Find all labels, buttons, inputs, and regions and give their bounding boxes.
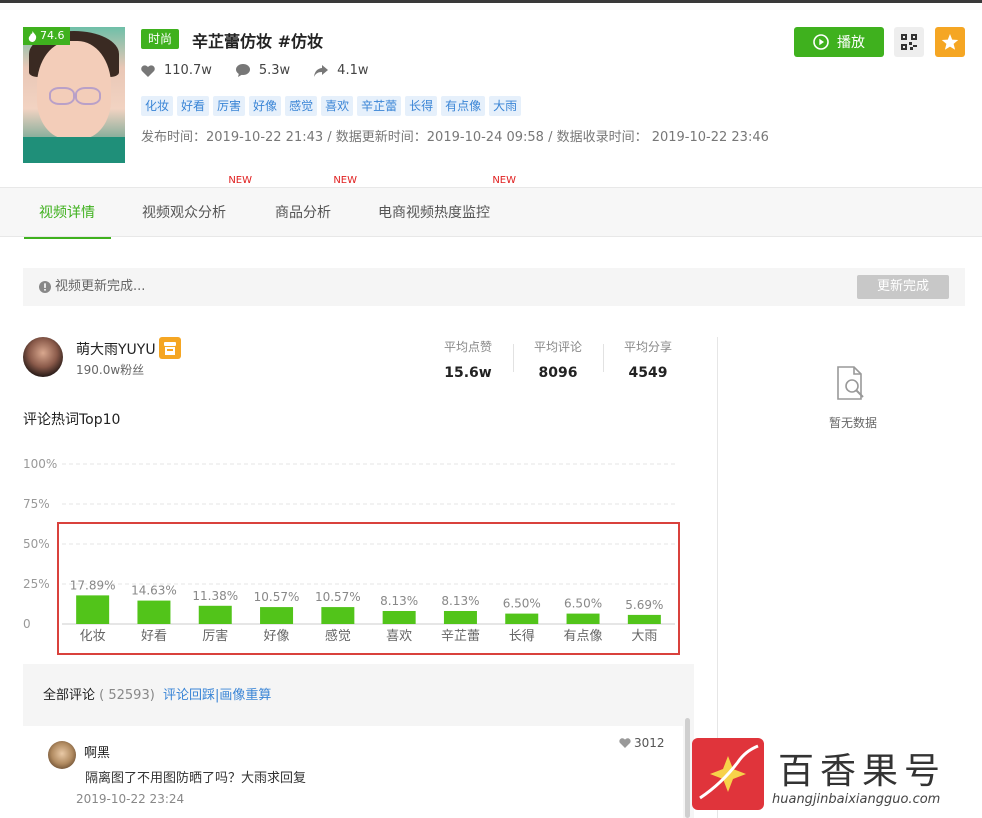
comment-time: 2019-10-22 23:24 xyxy=(76,792,185,806)
video-stats: 110.7w 5.3w 4.1w xyxy=(141,63,368,78)
play-icon xyxy=(813,34,829,50)
keyword-tag[interactable]: 长得 xyxy=(405,96,438,116)
avg-value: 8096 xyxy=(538,365,578,381)
avg-likes: 平均点赞 15.6w xyxy=(423,338,513,381)
thumb-glass-right xyxy=(75,87,101,105)
new-badge: NEW xyxy=(333,175,357,186)
keyword-tag[interactable]: 好看 xyxy=(177,96,210,116)
tab-label: 视频观众分析 xyxy=(142,205,226,221)
highlight-box xyxy=(57,522,680,655)
shop-badge xyxy=(159,337,181,359)
avg-comments: 平均评论 8096 xyxy=(513,338,603,381)
comments-panel: 全部评论 ( 52593) 评论回踩|画像重算 啊黑 3012 隔离图了不用图防… xyxy=(23,664,694,818)
keyword-tag[interactable]: 辛芷蕾 xyxy=(357,96,402,116)
tab-audience-analysis[interactable]: 视频观众分析 NEW xyxy=(142,175,252,238)
qr-code-icon xyxy=(901,34,917,50)
tab-bar: 视频详情 视频观众分析 NEW 商品分析 NEW 电商视频热度监控 NEW xyxy=(0,175,982,239)
keyword-tag[interactable]: 好像 xyxy=(249,96,282,116)
avg-label: 平均分享 xyxy=(623,340,672,354)
comment-user[interactable]: 啊黑 xyxy=(84,742,110,761)
avg-label: 平均点赞 xyxy=(443,340,492,354)
avg-value: 4549 xyxy=(628,365,668,381)
comments-count: ( 52593) xyxy=(99,688,155,703)
comments-stat: 5.3w xyxy=(235,63,291,78)
video-thumbnail[interactable]: 74.6 xyxy=(23,27,125,163)
sparkle-logo-icon xyxy=(699,744,759,800)
heart-icon xyxy=(619,738,631,748)
watermark-logo xyxy=(692,738,764,810)
no-data-text: 暂无数据 xyxy=(829,416,878,430)
share-icon xyxy=(314,64,329,77)
new-badge: NEW xyxy=(492,175,516,186)
info-icon xyxy=(39,281,51,293)
avg-shares: 平均分享 4549 xyxy=(603,338,693,381)
likes-value: 110.7w xyxy=(164,63,212,78)
y-tick-label: 25% xyxy=(23,577,50,591)
comments-header: 全部评论 ( 52593) 评论回踩|画像重算 xyxy=(43,684,271,703)
keyword-tag[interactable]: 厉害 xyxy=(213,96,246,116)
comments-scrollbar[interactable] xyxy=(685,718,690,818)
author-fans: 190.0w粉丝 xyxy=(76,363,145,377)
play-label: 播放 xyxy=(837,35,865,51)
comment-item: 啊黑 3012 隔离图了不用图防晒了吗？大雨求回复 2019-10-22 23:… xyxy=(23,726,683,818)
notice-text: 视频更新完成... xyxy=(39,268,145,306)
y-tick-label: 50% xyxy=(23,537,50,551)
author-avatar[interactable] xyxy=(23,337,63,377)
top-bar xyxy=(0,0,982,3)
y-tick-label: 75% xyxy=(23,497,50,511)
author-name[interactable]: 萌大雨YUYU xyxy=(76,339,156,359)
comments-recalc-link[interactable]: 评论回踩|画像重算 xyxy=(163,688,271,703)
avg-value: 15.6w xyxy=(444,365,492,381)
comment-likes-value: 3012 xyxy=(634,736,665,750)
thumb-shirt xyxy=(23,137,125,163)
document-search-icon xyxy=(837,366,864,400)
new-badge: NEW xyxy=(228,175,252,186)
chart-title: 评论热词Top10 xyxy=(23,412,121,428)
tab-product-analysis[interactable]: 商品分析 NEW xyxy=(275,175,357,238)
star-icon xyxy=(941,33,959,50)
keyword-tag[interactable]: 喜欢 xyxy=(321,96,354,116)
shop-icon xyxy=(164,341,176,355)
comments-value: 5.3w xyxy=(258,63,291,78)
tab-label: 商品分析 xyxy=(275,205,331,221)
play-button[interactable]: 播放 xyxy=(794,27,884,57)
watermark-title: 百香果号 xyxy=(778,751,947,792)
qr-code-button[interactable] xyxy=(894,27,924,57)
comments-title: 全部评论 xyxy=(43,688,96,703)
keyword-tag[interactable]: 大雨 xyxy=(489,96,522,116)
thumb-glass-left xyxy=(49,87,75,105)
flame-icon xyxy=(28,30,37,42)
comment-likes: 3012 xyxy=(619,736,665,750)
y-tick-label: 100% xyxy=(23,457,57,471)
keyword-tag[interactable]: 化妆 xyxy=(141,96,174,116)
shares-stat: 4.1w xyxy=(314,63,368,78)
tab-ecommerce-heat-monitor[interactable]: 电商视频热度监控 NEW xyxy=(378,175,516,238)
tab-video-detail[interactable]: 视频详情 xyxy=(24,188,111,239)
keyword-tag[interactable]: 有点像 xyxy=(441,96,486,116)
keyword-tag[interactable]: 感觉 xyxy=(285,96,318,116)
heat-value: 74.6 xyxy=(40,29,65,42)
favorite-button[interactable] xyxy=(935,27,965,57)
avg-label: 平均评论 xyxy=(533,340,582,354)
likes-stat: 110.7w xyxy=(141,63,212,78)
comment-text: 隔离图了不用图防晒了吗？大雨求回复 xyxy=(85,771,307,786)
shares-value: 4.1w xyxy=(337,63,369,78)
tab-label: 视频详情 xyxy=(39,205,95,221)
watermark-url: huangjinbaixiangguo.com xyxy=(772,792,941,807)
comment-icon xyxy=(235,64,250,77)
update-complete-button[interactable]: 更新完成 xyxy=(857,275,949,299)
video-title: 辛芷蕾仿妆 #仿妆 xyxy=(192,32,323,51)
tab-label: 电商视频热度监控 xyxy=(378,205,490,221)
notice-label: 视频更新完成... xyxy=(55,279,146,294)
time-info: 发布时间：2019-10-22 21:43 / 数据更新时间：2019-10-2… xyxy=(141,130,769,145)
keyword-tags: 化妆 好看 厉害 好像 感觉 喜欢 辛芷蕾 长得 有点像 大雨 xyxy=(141,96,522,116)
comment-avatar[interactable] xyxy=(48,741,76,769)
y-tick-label: 0 xyxy=(23,617,31,631)
category-tag: 时尚 xyxy=(141,29,180,49)
heat-badge: 74.6 xyxy=(23,27,70,45)
update-notice: 视频更新完成... 更新完成 xyxy=(23,268,965,306)
watermark: 百香果号 huangjinbaixiangguo.com xyxy=(692,738,982,818)
heart-icon xyxy=(141,64,155,77)
